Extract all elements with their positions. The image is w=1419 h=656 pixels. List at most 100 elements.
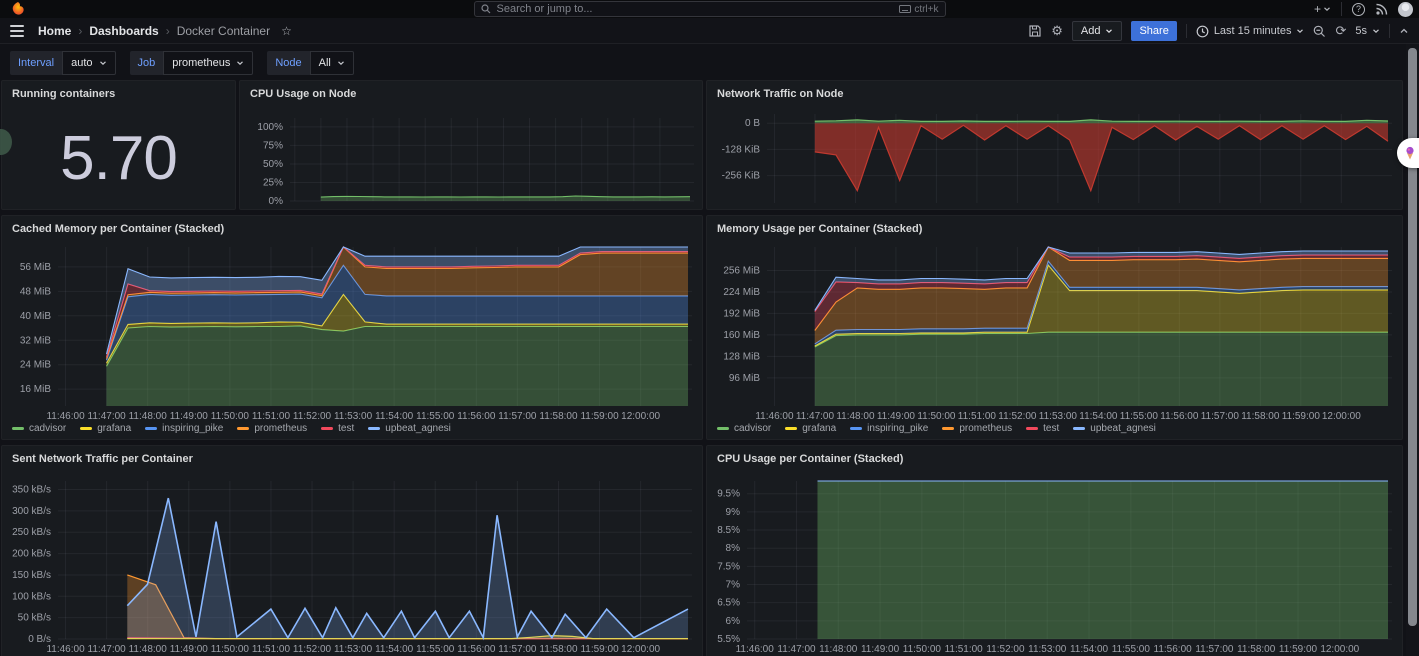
legend-item-upbeat_agnesi[interactable]: upbeat_agnesi [1073,423,1156,434]
chevron-down-icon [1296,27,1304,35]
search-placeholder: Search or jump to... [497,3,894,15]
share-button[interactable]: Share [1131,21,1176,41]
panel-title[interactable]: CPU Usage on Node [250,88,356,100]
chevron-down-icon [99,59,107,67]
breadcrumb-home[interactable]: Home [38,24,71,38]
cpu-containers-chart[interactable]: 11:46:0011:47:0011:48:0011:49:0011:50:00… [711,476,1394,655]
refresh-interval-picker[interactable]: 5s [1355,25,1380,37]
add-button[interactable]: Add [1072,21,1123,41]
user-avatar[interactable] [1398,2,1413,17]
panel-title[interactable]: Sent Network Traffic per Container [12,453,193,465]
help-icon[interactable]: ? [1352,3,1365,16]
svg-text:11:58:00: 11:58:00 [539,644,578,655]
svg-text:0 B/s: 0 B/s [28,634,51,645]
svg-text:24 MiB: 24 MiB [20,360,51,371]
news-icon[interactable] [1375,3,1388,16]
svg-text:11:48:00: 11:48:00 [129,644,168,655]
panel-title[interactable]: Cached Memory per Container (Stacked) [12,223,224,235]
memory-usage-chart[interactable]: 11:46:0011:47:0011:48:0011:49:0011:50:00… [711,242,1394,422]
legend-item-cadvisor[interactable]: cadvisor [12,423,66,434]
svg-text:12:00:00: 12:00:00 [1320,644,1359,655]
svg-text:-128 KiB: -128 KiB [722,144,761,155]
legend-item-upbeat_agnesi[interactable]: upbeat_agnesi [368,423,451,434]
panel-title[interactable]: Network Traffic on Node [717,88,844,100]
legend-item-cadvisor[interactable]: cadvisor [717,423,771,434]
svg-text:5.5%: 5.5% [717,634,740,645]
panel-cached-memory: Cached Memory per Container (Stacked) 11… [1,215,703,440]
svg-text:-256 KiB: -256 KiB [722,171,761,182]
legend-item-inspiring_pike[interactable]: inspiring_pike [145,423,223,434]
svg-text:96 MiB: 96 MiB [729,373,760,384]
new-button[interactable]: + [1314,2,1331,16]
scrollbar-thumb[interactable] [1408,48,1417,626]
cached-memory-chart[interactable]: 11:46:0011:47:0011:48:0011:49:0011:50:00… [6,242,694,422]
chart-legend: cadvisor grafana inspiring_pike prometheus t… [12,423,451,434]
svg-text:11:52:00: 11:52:00 [293,411,332,422]
legend-swatch [1026,427,1038,430]
legend-item-test[interactable]: test [1026,423,1059,434]
panel-title[interactable]: CPU Usage per Container (Stacked) [717,453,903,465]
svg-text:11:46:00: 11:46:00 [46,411,85,422]
legend-item-prometheus[interactable]: prometheus [942,423,1012,434]
svg-text:11:58:00: 11:58:00 [1241,411,1280,422]
sent-network-chart[interactable]: 11:46:0011:47:0011:48:0011:49:0011:50:00… [6,476,694,655]
breadcrumb-current: Docker Container [177,24,270,38]
clock-icon [1196,25,1209,38]
svg-text:11:56:00: 11:56:00 [457,644,496,655]
panel-title[interactable]: Memory Usage per Container (Stacked) [717,223,922,235]
legend-item-grafana[interactable]: grafana [80,423,131,434]
search-input[interactable]: Search or jump to... ctrl+k [474,1,946,17]
svg-text:250 kB/s: 250 kB/s [12,527,51,538]
variable-node-select[interactable]: All [310,51,354,75]
time-range-picker[interactable]: Last 15 minutes [1196,25,1305,38]
variable-interval-select[interactable]: auto [62,51,115,75]
favorite-star-icon[interactable]: ☆ [281,24,292,38]
svg-text:11:46:00: 11:46:00 [46,644,85,655]
svg-text:11:54:00: 11:54:00 [1070,644,1109,655]
svg-text:11:59:00: 11:59:00 [1279,644,1318,655]
grafana-logo[interactable] [10,1,26,17]
svg-text:11:57:00: 11:57:00 [1195,644,1234,655]
legend-item-grafana[interactable]: grafana [785,423,836,434]
legend-swatch [368,427,380,430]
legend-item-inspiring_pike[interactable]: inspiring_pike [850,423,928,434]
cpu-node-chart[interactable]: 0%25%50%75%100% [244,113,696,207]
legend-swatch [942,427,954,430]
legend-swatch [321,427,333,430]
legend-item-prometheus[interactable]: prometheus [237,423,307,434]
breadcrumb-dashboards[interactable]: Dashboards [89,24,158,38]
svg-text:25%: 25% [263,177,283,188]
svg-text:11:47:00: 11:47:00 [777,644,816,655]
svg-text:12:00:00: 12:00:00 [621,644,660,655]
legend-swatch [785,427,797,430]
svg-text:8.5%: 8.5% [717,525,740,536]
network-node-chart[interactable]: 0 B-128 KiB-256 KiB [711,109,1394,209]
chevron-up-icon [1399,26,1409,36]
chevron-down-icon [1372,27,1380,35]
svg-text:11:59:00: 11:59:00 [580,411,619,422]
svg-text:9%: 9% [726,507,741,518]
feedback-widget-button[interactable] [1397,138,1419,168]
svg-text:40 MiB: 40 MiB [20,311,51,322]
zoom-out-icon[interactable] [1313,25,1326,38]
save-dashboard-icon[interactable] [1028,24,1042,38]
chart-legend: cadvisor grafana inspiring_pike prometheus t… [717,423,1156,434]
legend-item-test[interactable]: test [321,423,354,434]
svg-text:100%: 100% [257,122,283,133]
settings-gear-icon[interactable]: ⚙ [1051,23,1063,39]
top-bar: Search or jump to... ctrl+k + ? [0,0,1419,18]
svg-text:350 kB/s: 350 kB/s [12,485,51,496]
legend-swatch [717,427,729,430]
legend-swatch [237,427,249,430]
menu-icon[interactable] [10,25,24,37]
svg-text:11:58:00: 11:58:00 [1237,644,1276,655]
svg-text:11:59:00: 11:59:00 [1282,411,1321,422]
search-shortcut: ctrl+k [899,4,938,15]
collapse-toolbar-icon[interactable] [1399,26,1409,36]
variable-job-select[interactable]: prometheus [163,51,253,75]
svg-text:11:56:00: 11:56:00 [457,411,496,422]
refresh-icon[interactable]: ⟳ [1335,23,1346,39]
breadcrumb: Home › Dashboards › Docker Container ☆ [38,24,292,38]
panel-title[interactable]: Running containers [12,88,115,100]
svg-text:192 MiB: 192 MiB [723,308,760,319]
